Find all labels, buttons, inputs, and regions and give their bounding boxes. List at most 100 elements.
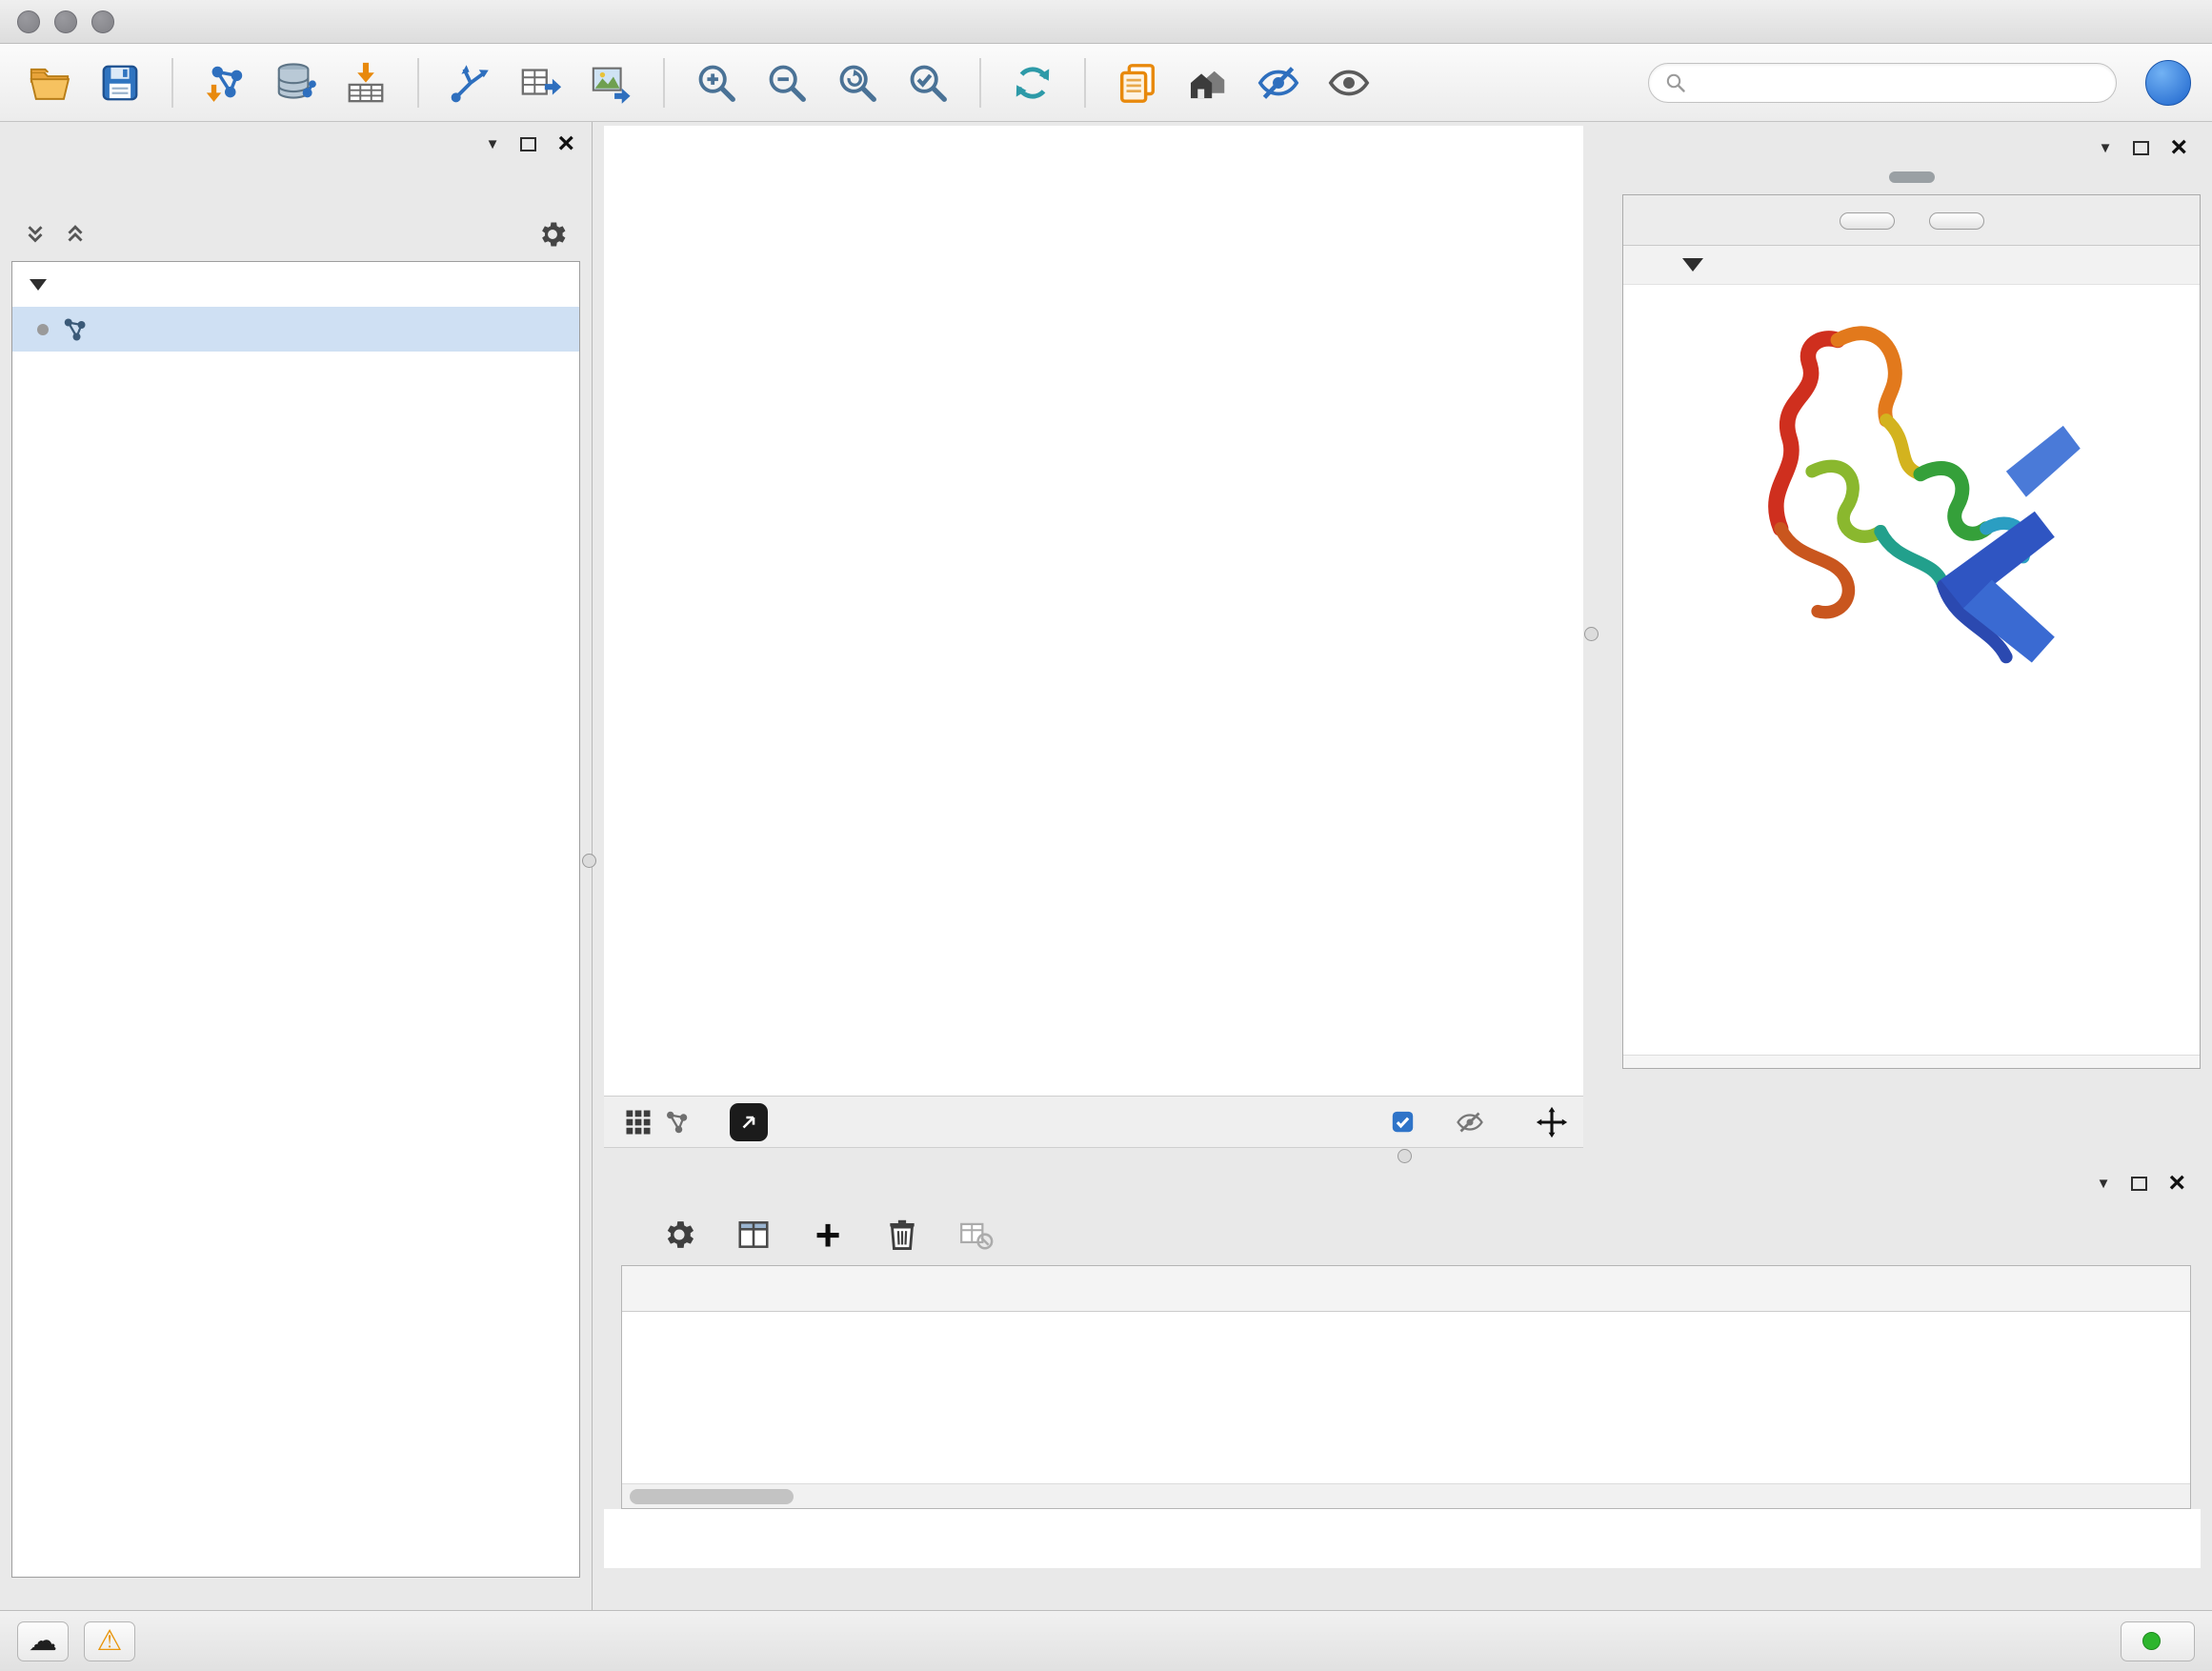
zoom-selected-button[interactable] <box>899 54 956 111</box>
expand-all-button[interactable] <box>1840 212 1895 230</box>
results-scrollbar[interactable] <box>1623 1055 2200 1068</box>
memory-button[interactable] <box>2121 1621 2195 1661</box>
panel-float-icon[interactable] <box>2131 1177 2147 1191</box>
protein-section-header[interactable] <box>1623 245 2200 285</box>
network-tree <box>11 261 580 1578</box>
memory-status-dot-icon <box>2142 1632 2161 1650</box>
image-arrow-icon <box>590 61 633 105</box>
zoom-selected-icon <box>906 61 950 105</box>
selected-checkbox-icon[interactable] <box>1390 1109 1416 1135</box>
expand-all-chevron-icon[interactable] <box>63 222 88 247</box>
splitter-handle[interactable] <box>1584 627 1599 641</box>
panel-float-menu-icon[interactable]: ▼ <box>2097 1177 2111 1191</box>
show-graphics-details-button[interactable] <box>1320 54 1377 111</box>
splitter-handle[interactable] <box>582 854 596 868</box>
panel-float-icon[interactable] <box>2133 141 2149 155</box>
title-bar <box>0 0 2212 44</box>
collapse-all-button[interactable] <box>1929 212 1984 230</box>
table-tabs <box>604 1509 2201 1568</box>
toolbar-separator <box>979 58 981 108</box>
network-status-bar <box>604 1096 1583 1148</box>
import-table-button[interactable] <box>337 54 394 111</box>
results-panel: ▼ × <box>1622 126 2201 1148</box>
eye-slash-icon <box>1257 61 1300 105</box>
table-horizontal-scrollbar[interactable] <box>622 1483 2190 1508</box>
houses-button[interactable] <box>1179 54 1237 111</box>
import-table-icon <box>344 61 388 105</box>
collapse-all-chevron-icon[interactable] <box>23 222 48 247</box>
panel-close-icon[interactable]: × <box>557 130 574 158</box>
network-canvas[interactable] <box>604 126 1583 1096</box>
documents-button[interactable] <box>1109 54 1166 111</box>
eye-icon <box>1327 61 1371 105</box>
birds-eye-view-button[interactable] <box>657 1103 695 1141</box>
zoom-fit-button[interactable] <box>829 54 886 111</box>
import-network-from-database-button[interactable] <box>267 54 324 111</box>
panel-float-icon[interactable] <box>520 137 536 151</box>
tab-string[interactable] <box>1889 171 1935 183</box>
panel-close-icon[interactable]: × <box>2168 1169 2185 1198</box>
apply-preferred-layout-button[interactable] <box>1004 54 1061 111</box>
grid-view-button[interactable] <box>619 1103 657 1141</box>
search-field[interactable] <box>1648 63 2117 103</box>
network-tree-root-row[interactable] <box>12 262 579 307</box>
string-results-box <box>1622 194 2201 1069</box>
scrollbar-thumb[interactable] <box>630 1489 794 1504</box>
zoom-window-button[interactable] <box>91 10 114 33</box>
trash-icon <box>884 1217 920 1253</box>
export-image-button[interactable] <box>583 54 640 111</box>
application-window: ▼ × <box>0 0 2212 1671</box>
panel-float-menu-icon[interactable]: ▼ <box>486 137 500 151</box>
annotation-mode-button[interactable] <box>730 1103 768 1141</box>
section-collapse-caret-icon[interactable] <box>1682 258 1703 272</box>
results-panel-header: ▼ × <box>1622 126 2201 170</box>
cloud-status-button[interactable]: ☁ <box>17 1621 69 1661</box>
hide-graphics-details-button[interactable] <box>1250 54 1307 111</box>
toolbar-separator <box>171 58 173 108</box>
zoom-fit-icon <box>835 61 879 105</box>
delete-column-button[interactable] <box>880 1213 924 1257</box>
panel-close-icon[interactable]: × <box>2170 133 2187 162</box>
hidden-eye-slash-icon[interactable] <box>1456 1108 1484 1137</box>
table-empty-area <box>622 1312 2190 1483</box>
zoom-out-button[interactable] <box>758 54 815 111</box>
tree-expand-caret-icon[interactable] <box>30 279 47 291</box>
panel-float-menu-icon[interactable]: ▼ <box>2099 141 2113 155</box>
warnings-button[interactable]: ⚠ <box>84 1621 135 1661</box>
delete-table-button[interactable] <box>955 1213 998 1257</box>
crosslinks-title <box>1623 693 2200 714</box>
documents-icon <box>1116 61 1159 105</box>
table-delete-icon <box>958 1217 995 1253</box>
help-button[interactable] <box>2145 60 2191 106</box>
export-table-button[interactable] <box>513 54 570 111</box>
app-status-bar: ☁ ⚠ <box>0 1610 2212 1671</box>
warning-icon: ⚠ <box>97 1627 123 1656</box>
create-column-button[interactable]: + <box>806 1213 850 1257</box>
close-window-button[interactable] <box>17 10 40 33</box>
table-options-gear-button[interactable] <box>657 1213 701 1257</box>
minimize-window-button[interactable] <box>54 10 77 33</box>
grid-icon <box>624 1108 653 1137</box>
network-tree-item-row[interactable] <box>12 307 579 352</box>
network-selection-bar <box>0 208 592 261</box>
search-input[interactable] <box>1697 71 2101 93</box>
diagonal-arrow-icon <box>737 1111 760 1134</box>
network-options-gear-icon[interactable] <box>536 218 569 251</box>
network-graph <box>604 126 1583 1096</box>
toolbar-separator <box>417 58 419 108</box>
open-session-button[interactable] <box>21 54 78 111</box>
save-session-button[interactable] <box>91 54 149 111</box>
gear-icon <box>661 1217 697 1253</box>
pan-crosshair-icon[interactable] <box>1536 1106 1568 1138</box>
traffic-lights <box>17 10 114 33</box>
table-arrow-icon <box>519 61 563 105</box>
show-columns-button[interactable] <box>732 1213 775 1257</box>
new-network-from-selection-button[interactable] <box>442 54 499 111</box>
import-network-from-file-button[interactable] <box>196 54 253 111</box>
open-folder-icon <box>28 61 71 105</box>
toolbar-separator <box>1084 58 1086 108</box>
function-builder-button[interactable] <box>1029 1213 1073 1257</box>
splitter-handle[interactable] <box>1398 1149 1412 1163</box>
zoom-in-button[interactable] <box>688 54 745 111</box>
new-network-icon <box>449 61 493 105</box>
